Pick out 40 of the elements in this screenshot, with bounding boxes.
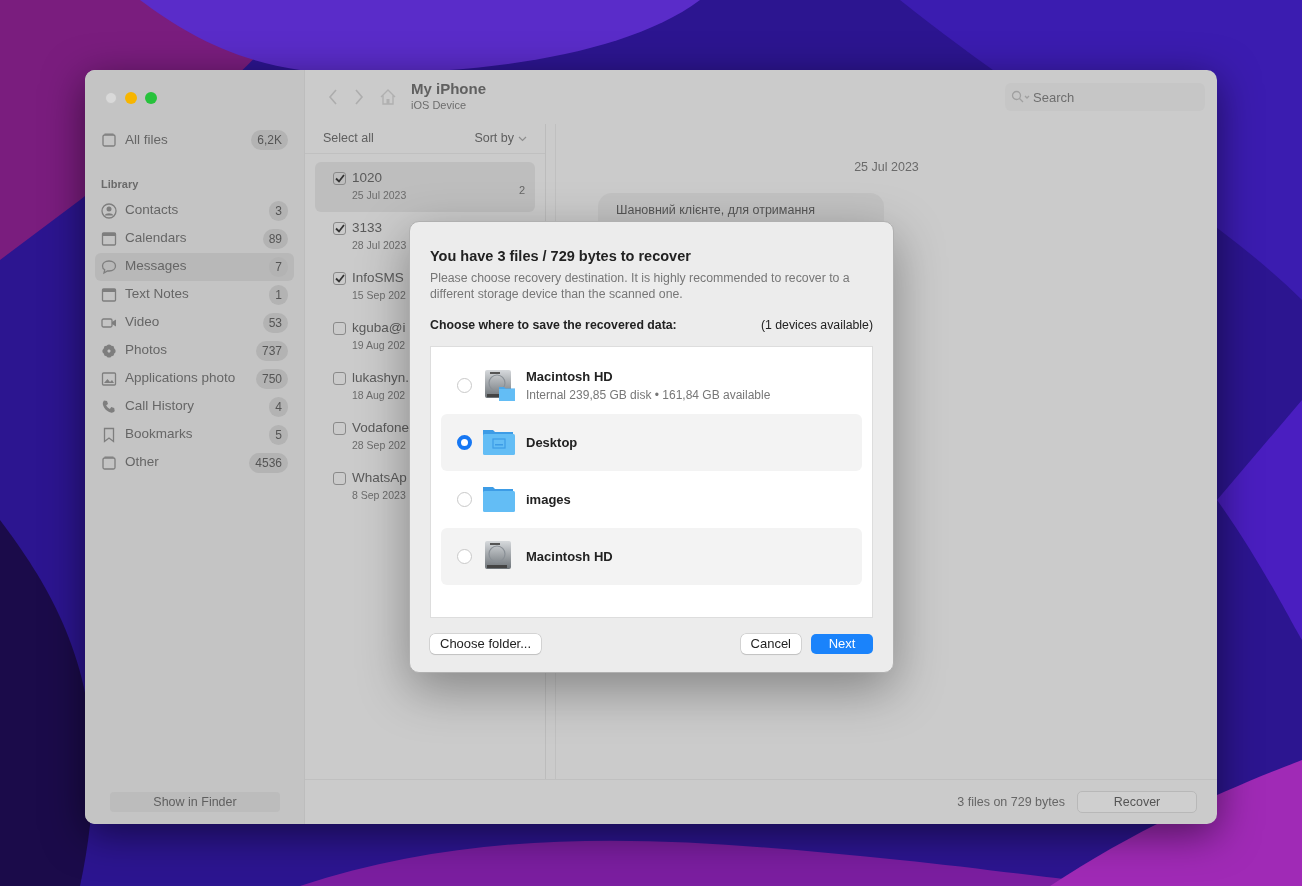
count-badge: 4: [269, 396, 288, 417]
count-badge: 6,2K: [251, 130, 288, 150]
thread-date: 19 Aug 202: [352, 338, 406, 354]
thread-date: 18 Aug 202: [352, 388, 407, 404]
count-badge: 53: [262, 312, 288, 333]
thread-date: 15 Sep 202: [352, 288, 406, 304]
section-label: Library: [100, 177, 140, 192]
thread-date: 25 Jul 2023: [352, 188, 407, 204]
thread-name: InfoSMS: [352, 269, 405, 287]
prompt-label: Choose where to save the recovered data:: [430, 317, 677, 335]
devices-note: (1 devices available): [760, 317, 873, 335]
thread-name: lukashyn.: [352, 369, 410, 387]
count-badge: 7: [269, 256, 288, 277]
destination-name: Macintosh HD: [526, 367, 614, 386]
thread-date: 28 Jul 2023: [352, 238, 407, 254]
thread-name: WhatsAp: [352, 469, 407, 487]
device-subtitle: iOS Device: [411, 98, 468, 113]
dialog-title: You have 3 files / 729 bytes to recover: [430, 247, 692, 266]
count-badge: 89: [262, 228, 288, 249]
thread-date: 28 Sep 202: [352, 438, 407, 454]
date-label: 25 Jul 2023: [853, 159, 920, 176]
destination-name: images: [526, 490, 571, 509]
destination-name: Macintosh HD: [526, 547, 613, 566]
destination-name: Desktop: [526, 433, 578, 452]
summary-text: 3 files on 729 bytes: [957, 793, 1065, 811]
thread-name: kguba@i: [352, 319, 406, 337]
count-badge: 5: [269, 424, 288, 445]
count-badge: 3: [269, 200, 288, 221]
count-badge: 737: [255, 340, 288, 361]
dialog-description: Please choose recovery destination. It is highly recommended to recover to a different storage device than the scanned one.: [430, 269, 851, 303]
message-count: 2: [518, 182, 525, 198]
thread-name: 1020: [352, 169, 384, 187]
destination-detail: Internal 239,85 GB disk • 161,84 GB available: [526, 387, 771, 405]
thread-date: 8 Sep 2023: [352, 488, 407, 504]
count-badge: 750: [255, 368, 288, 389]
count-badge: 4536: [249, 452, 288, 473]
thread-name: 3133: [352, 219, 384, 237]
thread-name: Vodafone: [352, 419, 410, 437]
device-title: My iPhone: [411, 80, 486, 97]
count-badge: 1: [269, 284, 288, 305]
